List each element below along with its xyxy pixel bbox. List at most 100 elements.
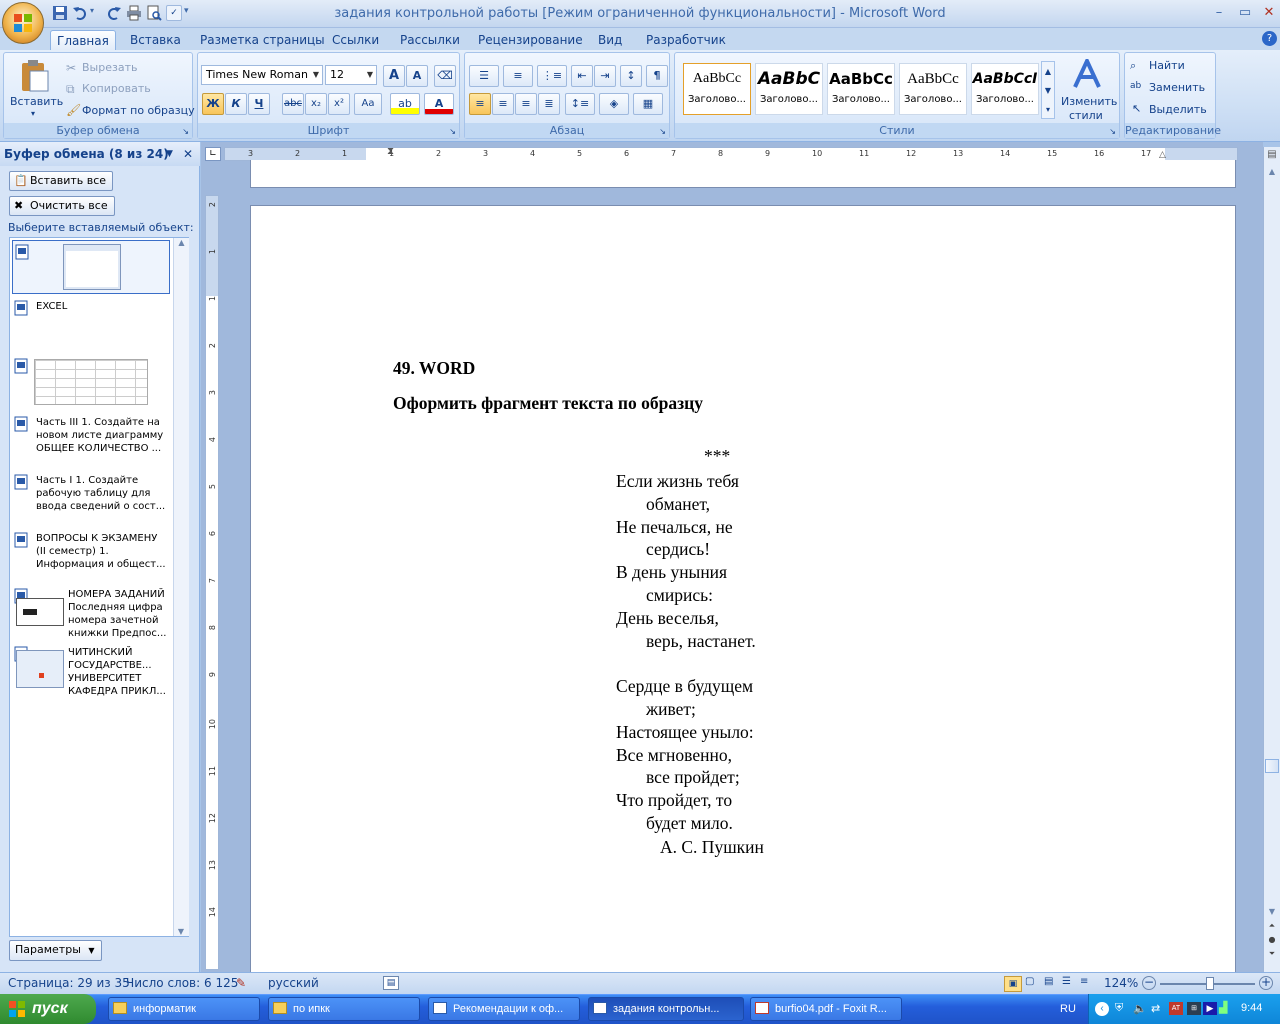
undo-icon[interactable] [72, 5, 88, 21]
borders-icon[interactable]: ▦ [633, 93, 663, 115]
superscript-button[interactable]: x² [328, 93, 350, 115]
save-icon[interactable] [52, 5, 68, 21]
scroll-thumb[interactable] [1265, 759, 1279, 773]
help-icon[interactable]: ? [1262, 31, 1277, 46]
clipboard-item[interactable]: ЧИТИНСКИЙ ГОСУДАРСТВЕ... УНИВЕРСИТЕТ КАФ… [12, 646, 172, 700]
show-marks-button[interactable]: ¶ [646, 65, 668, 87]
align-left-icon[interactable]: ≡ [469, 93, 491, 115]
numbering-icon[interactable]: ≡ [503, 65, 533, 87]
page-count[interactable]: Страница: 29 из 35 [8, 976, 130, 990]
next-page-icon[interactable]: ⏷ [1264, 949, 1280, 959]
copy-button[interactable]: Копировать [82, 80, 151, 98]
clock[interactable]: 9:44 [1241, 1002, 1262, 1014]
tray-shield-icon[interactable]: ⛨ [1115, 1002, 1123, 1015]
zoom-level[interactable]: 124% [1104, 976, 1138, 990]
macro-icon[interactable]: ▤ [383, 976, 399, 990]
scroll-up-icon[interactable]: ▲ [1264, 167, 1280, 176]
spelling-icon[interactable]: ✓ [166, 5, 182, 21]
tray-signal-icon[interactable]: ▟ [1219, 1001, 1227, 1014]
taskbar-item-folder-1[interactable]: информатик [108, 997, 260, 1021]
close-button[interactable]: ✕ [1256, 4, 1280, 22]
tab-selector[interactable]: ∟ [205, 147, 221, 161]
ruler-toggle-icon[interactable]: ▤ [1264, 149, 1280, 160]
zoom-in-icon[interactable]: + [1259, 976, 1273, 990]
line-spacing-icon[interactable]: ↕≡ [565, 93, 595, 115]
scroll-down-icon[interactable]: ▼ [174, 927, 188, 936]
pane-scrollbar[interactable]: ▲ ▼ [173, 238, 189, 936]
tab-references[interactable]: Ссылки [326, 30, 385, 50]
align-right-icon[interactable]: ≡ [515, 93, 537, 115]
horizontal-ruler[interactable]: 3 2 1 1 2 3 4 5 6 7 8 9 10 11 12 13 14 15 16 17 ⧗ △ [224, 146, 1238, 161]
indent-marker-icon[interactable]: ⧗ [387, 146, 394, 157]
increase-indent-icon[interactable]: ⇥ [594, 65, 616, 87]
tray-media-icon[interactable]: ▶ [1203, 1002, 1217, 1015]
vertical-ruler[interactable]: 2 1 1 2 3 4 5 6 7 8 9 10 11 12 13 14 [205, 195, 219, 970]
maximize-button[interactable]: ▭ [1232, 4, 1258, 22]
taskbar-item-word-1[interactable]: Рекомендации к оф... [428, 997, 580, 1021]
pane-menu-icon[interactable]: ▼ [166, 142, 173, 166]
cut-button[interactable]: Вырезать [82, 59, 137, 77]
zoom-slider-thumb[interactable] [1206, 977, 1214, 990]
multilevel-list-icon[interactable]: ⋮≡ [537, 65, 567, 87]
outline-icon[interactable]: ☰ [1062, 976, 1071, 987]
styles-scroll[interactable]: ▲ ▼ ▾ [1041, 61, 1055, 119]
taskbar-item-word-2[interactable]: задания контрольн... [588, 997, 744, 1021]
right-indent-icon[interactable]: △ [1159, 150, 1166, 160]
grow-font-button[interactable]: A [383, 65, 405, 87]
undo-dropdown-icon[interactable]: ▾ [90, 6, 94, 15]
underline-button[interactable]: Ч [248, 93, 270, 115]
style-card-3[interactable]: AaBbCc Заголово... [827, 63, 895, 115]
tray-app-icon[interactable]: ⊞ [1187, 1002, 1201, 1015]
paragraph-launcher-icon[interactable]: ↘ [659, 127, 666, 136]
shrink-font-button[interactable]: A [406, 65, 428, 87]
style-card-4[interactable]: AaBbCc Заголово... [899, 63, 967, 115]
clipboard-item-image-2[interactable] [12, 356, 170, 410]
decrease-indent-icon[interactable]: ⇤ [571, 65, 593, 87]
align-center-icon[interactable]: ≡ [492, 93, 514, 115]
subscript-button[interactable]: x₂ [305, 93, 327, 115]
zoom-out-icon[interactable]: − [1142, 976, 1156, 990]
style-card-5[interactable]: AaBbCcI Заголово... [971, 63, 1039, 115]
tray-network-icon[interactable]: ⇄ [1151, 1002, 1160, 1015]
prev-page-icon[interactable]: ⏶ [1264, 921, 1280, 931]
paste-dropdown-icon[interactable]: ▾ [31, 109, 35, 118]
replace-button[interactable]: Заменить [1149, 79, 1205, 97]
tab-page-layout[interactable]: Разметка страницы [194, 30, 331, 50]
taskbar-item-pdf[interactable]: burfio04.pdf - Foxit R... [750, 997, 902, 1021]
change-case-button[interactable]: Aa [354, 93, 382, 115]
bullets-icon[interactable]: ☰ [469, 65, 499, 87]
start-button[interactable]: пуск [0, 994, 96, 1024]
highlight-icon[interactable]: ab [390, 93, 420, 115]
paste-button[interactable]: Вставить [10, 93, 63, 111]
tab-developer[interactable]: Разработчик [640, 30, 732, 50]
tab-home[interactable]: Главная [50, 30, 116, 50]
font-color-button[interactable]: A [424, 93, 454, 115]
shading-icon[interactable]: ◈ [599, 93, 629, 115]
office-button[interactable] [2, 2, 44, 44]
clear-format-icon[interactable]: ⌫ [434, 65, 456, 87]
full-screen-icon[interactable]: ▢ [1025, 976, 1034, 987]
tab-insert[interactable]: Вставка [124, 30, 187, 50]
style-card-1[interactable]: AaBbCc Заголово... [683, 63, 751, 115]
print-icon[interactable] [126, 5, 142, 21]
clipboard-item[interactable]: НОМЕРА ЗАДАНИЙ Последняя цифра номера за… [12, 588, 172, 642]
tray-expand-icon[interactable]: ‹ [1095, 1002, 1109, 1016]
taskbar-item-folder-2[interactable]: по ипкк [268, 997, 420, 1021]
bold-button[interactable]: Ж [202, 93, 224, 115]
tab-review[interactable]: Рецензирование [472, 30, 589, 50]
clipboard-launcher-icon[interactable]: ↘ [182, 127, 189, 136]
scroll-down-icon[interactable]: ▼ [1264, 907, 1280, 916]
pane-close-icon[interactable]: ✕ [183, 142, 193, 166]
document-page[interactable]: 49. WORD Оформить фрагмент текста по обр… [250, 205, 1236, 975]
font-size-combo[interactable]: 12 ▼ [325, 65, 377, 85]
web-layout-icon[interactable]: ▤ [1044, 976, 1053, 987]
select-button[interactable]: Выделить [1149, 101, 1207, 119]
clipboard-item[interactable]: Часть I 1. Создайте рабочую таблицу для … [12, 474, 172, 513]
document-scrollbar[interactable]: ▤ ▲ ▼ ⏶ ● ⏷ [1263, 147, 1280, 972]
minimize-button[interactable]: – [1206, 4, 1232, 22]
clipboard-item[interactable]: ВОПРОСЫ К ЭКЗАМЕНУ (II семестр) 1. Инфор… [12, 532, 172, 571]
tab-mailings[interactable]: Рассылки [394, 30, 466, 50]
tab-view[interactable]: Вид [592, 30, 628, 50]
style-card-2[interactable]: AaBbC Заголово... [755, 63, 823, 115]
justify-icon[interactable]: ≣ [538, 93, 560, 115]
